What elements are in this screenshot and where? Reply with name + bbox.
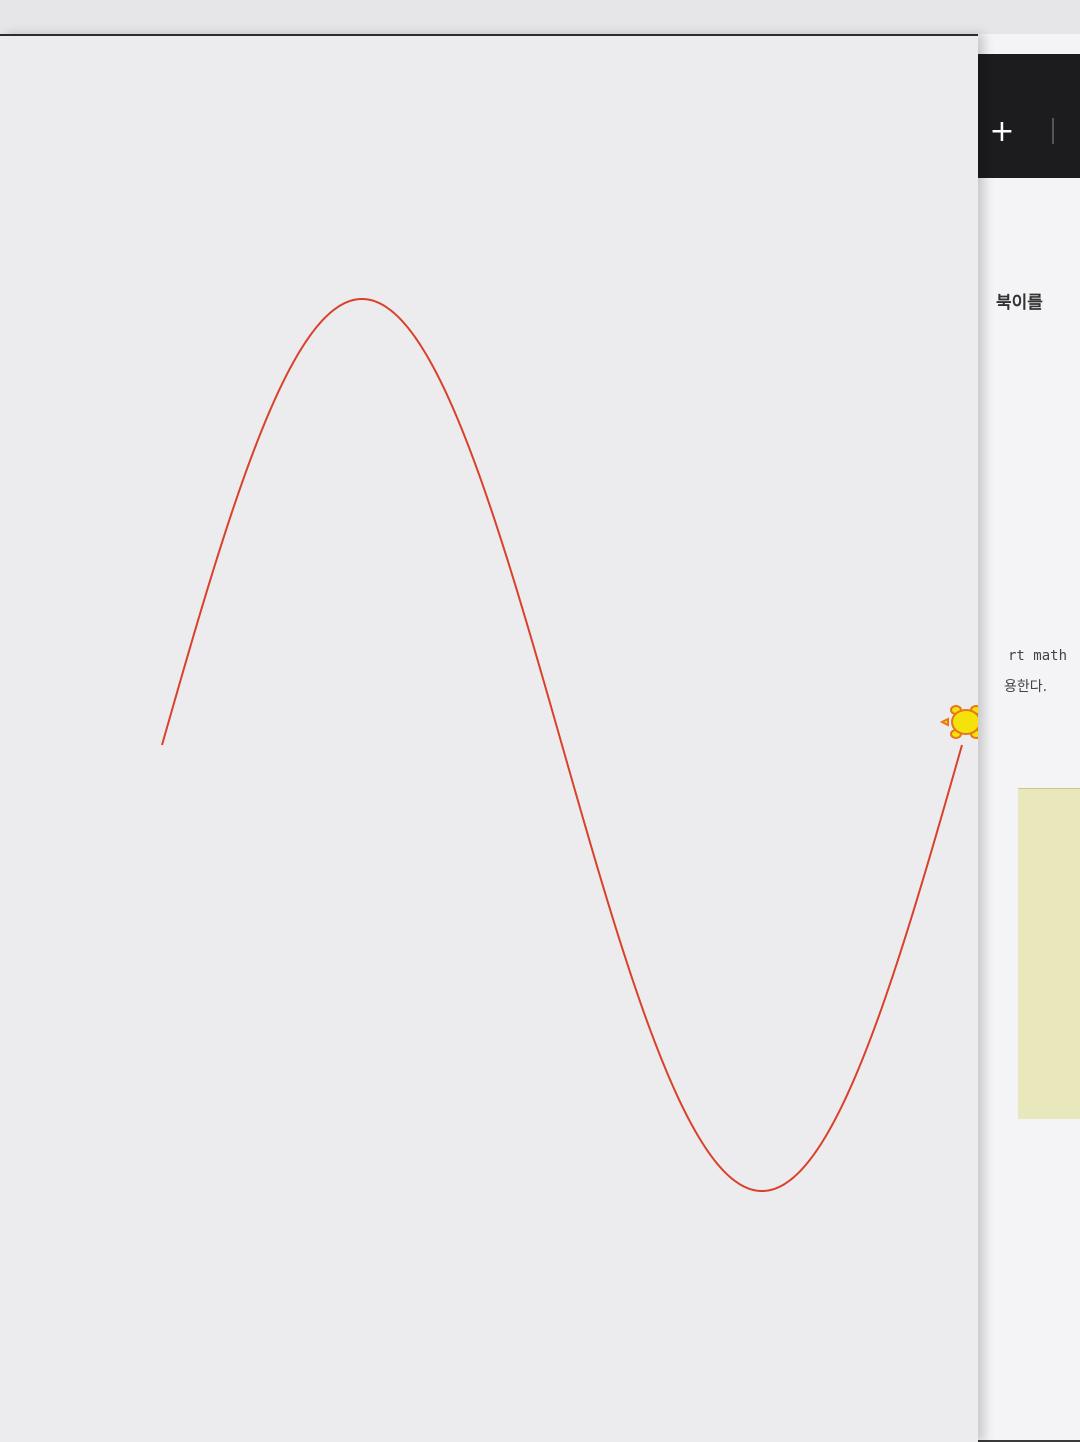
turtle-tail [939, 717, 949, 727]
toolbar-separator [1052, 118, 1054, 144]
turtle-shell [951, 709, 978, 735]
sine-wave-line [161, 297, 963, 1193]
background-text-line-2: 용한다. [1004, 679, 1048, 695]
background-text-line: 북이를 [996, 293, 1043, 313]
background-code-line: rt math [1008, 648, 1068, 664]
turtle-canvas [161, 297, 978, 1193]
background-window[interactable]: + 북이를 rt math 용한다. [960, 34, 1080, 1440]
background-highlight-block [1018, 788, 1080, 1119]
turtle-graphics-window [0, 34, 978, 1442]
background-toolbar: + [960, 54, 1080, 178]
plus-icon[interactable]: + [984, 114, 1020, 150]
turtle-icon [939, 705, 978, 739]
top-strip [0, 0, 1080, 34]
